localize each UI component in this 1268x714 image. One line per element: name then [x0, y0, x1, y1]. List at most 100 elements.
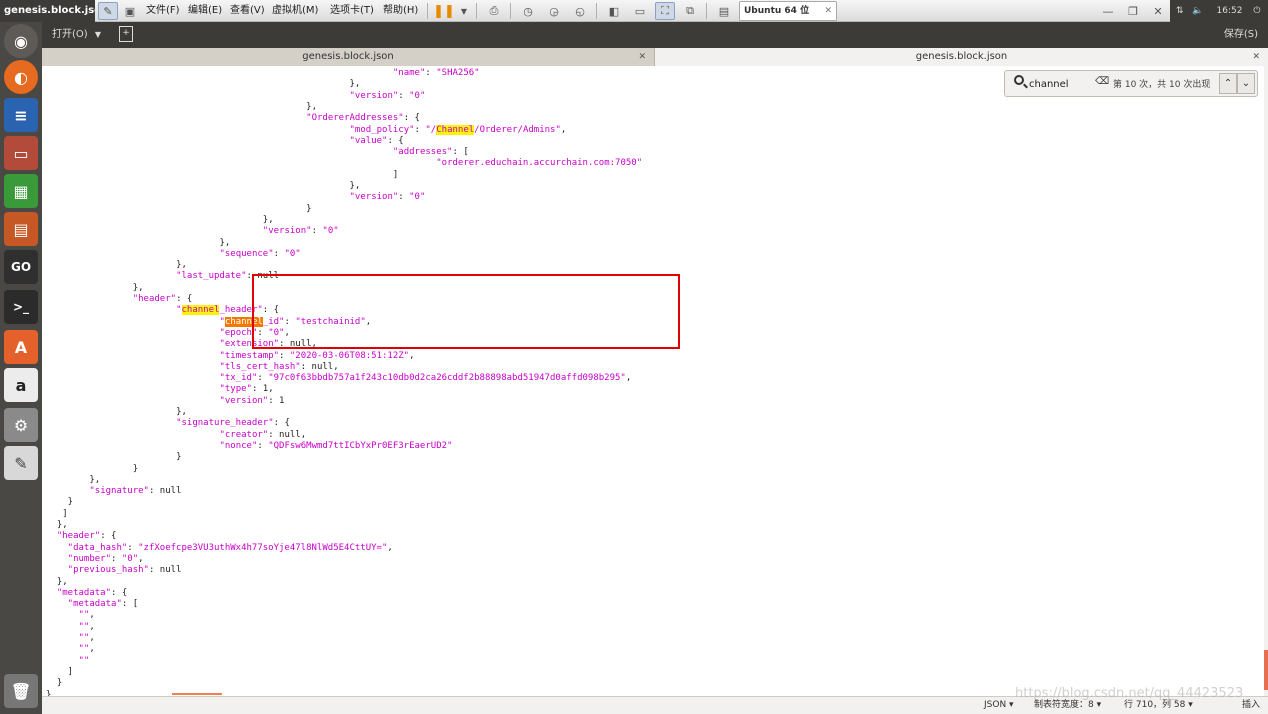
code-token: "0"	[121, 553, 139, 564]
network-icon[interactable]: ⇅	[1176, 6, 1184, 16]
previous-match-button[interactable]: ⌃	[1219, 73, 1237, 94]
code-token: "97c0f63bbdb757a1f243c10db0d2ca26cddf2b8…	[268, 373, 626, 384]
code-token: _header"	[219, 305, 263, 316]
vm-tab[interactable]: Ubuntu 64 位 ✕	[739, 1, 837, 21]
trash-icon[interactable]: 🗑	[4, 674, 38, 708]
code-token: : {	[100, 531, 117, 542]
line-marker	[172, 693, 222, 695]
snapshot-manager-icon[interactable]: ◵	[570, 2, 590, 20]
file-manager-icon[interactable]: ▭	[4, 136, 38, 170]
menu-file[interactable]: 文件(F)	[146, 0, 180, 22]
code-token: "0"	[284, 248, 301, 259]
clear-icon[interactable]: ⌫	[1095, 76, 1109, 87]
tabs-view-icon[interactable]: ▤	[714, 2, 734, 20]
code-line: ]	[68, 667, 73, 678]
code-token: ]	[62, 508, 68, 519]
code-line: "value": {	[350, 136, 404, 147]
code-token: ,	[387, 542, 393, 553]
writer-icon[interactable]: ≡	[4, 98, 38, 132]
search-input[interactable]	[1029, 76, 1093, 92]
software-center-icon[interactable]: A	[4, 330, 38, 364]
text-editor[interactable]: "name": "SHA256"}, "version": "0"}, "Order…	[42, 66, 1268, 696]
code-line: "type": 1,	[219, 384, 273, 395]
open-button[interactable]: 打开(O) ▼	[52, 25, 101, 45]
menu-vm[interactable]: 虚拟机(M)	[272, 0, 318, 22]
code-token: :	[257, 327, 269, 338]
code-line: "metadata": {	[57, 588, 127, 599]
chevron-down-icon: ▼	[94, 30, 102, 39]
code-token: },	[219, 237, 231, 248]
code-token: "0"	[409, 90, 426, 101]
menu-help[interactable]: 帮助(H)	[383, 0, 418, 22]
cursor-position-label: 行 710，列 58	[1124, 700, 1186, 710]
send-keys-icon[interactable]: ⎙	[484, 2, 504, 20]
restore-icon[interactable]: ❐	[1123, 2, 1143, 20]
code-line: ]	[62, 509, 67, 520]
minimize-icon[interactable]: —	[1098, 2, 1118, 20]
close-icon[interactable]: ✕	[1252, 48, 1260, 66]
document-tabs: genesis.block.json ✕ genesis.block.json …	[42, 48, 1268, 66]
code-token: : 1	[268, 395, 285, 406]
console-view-icon[interactable]: ▭	[630, 2, 650, 20]
code-token: "SHA256"	[436, 68, 480, 78]
menu-tabs[interactable]: 选项卡(T)	[330, 0, 374, 22]
close-window-icon[interactable]: ✕	[1148, 2, 1168, 20]
menu-view[interactable]: 查看(V)	[230, 0, 265, 22]
code-token: :	[273, 248, 285, 259]
code-token: ""	[78, 633, 90, 643]
scrollbar-thumb[interactable]	[1264, 650, 1268, 690]
save-button[interactable]: 保存(S)	[1224, 25, 1258, 45]
amazon-icon[interactable]: a	[4, 368, 38, 402]
code-token: ,	[138, 553, 144, 564]
new-tab-icon[interactable]: +	[119, 26, 133, 42]
code-line: }	[176, 452, 181, 463]
code-token: "orderer.educhain.accurchain.com:7050"	[436, 158, 643, 169]
code-token: "mod_policy"	[349, 124, 415, 135]
calc-icon[interactable]: ▦	[4, 174, 38, 208]
sidebar-toggle-icon[interactable]: ◧	[604, 2, 624, 20]
clock[interactable]: 16:52	[1217, 6, 1243, 16]
code-line: "",	[79, 622, 95, 633]
scrollbar[interactable]	[1264, 66, 1268, 696]
unity-icon[interactable]: ⧉	[680, 2, 700, 20]
code-token: "addresses"	[392, 147, 453, 158]
tab-document-1[interactable]: genesis.block.json ✕	[42, 48, 655, 66]
chevron-down-icon[interactable]: ▼	[454, 2, 474, 20]
code-token: },	[306, 101, 317, 112]
code-line: "",	[79, 633, 95, 644]
code-token: : {	[403, 113, 420, 124]
code-line: "version": "0"	[350, 91, 426, 102]
insert-mode: 插入	[1242, 700, 1261, 710]
code-token: ,	[89, 644, 95, 655]
pin-icon[interactable]: ✎	[98, 2, 118, 20]
impress-icon[interactable]: ▤	[4, 212, 38, 246]
settings-icon[interactable]: ⚙	[4, 408, 38, 442]
code-token: "name"	[392, 68, 426, 78]
code-line: "metadata": [	[68, 599, 138, 610]
close-icon[interactable]: ✕	[824, 2, 832, 20]
tab-document-2[interactable]: genesis.block.json ✕	[655, 48, 1268, 66]
ubuntu-dash-icon[interactable]: ◉	[4, 24, 38, 58]
search-match: channel	[224, 316, 263, 327]
fullscreen-icon[interactable]: ⛶	[655, 2, 675, 20]
code-token: ,	[560, 124, 567, 135]
vm-library-icon[interactable]: ▣	[120, 2, 140, 20]
pause-icon[interactable]: ❚❚	[433, 2, 455, 20]
code-line: }	[133, 464, 138, 475]
volume-icon[interactable]: 🔈	[1192, 6, 1203, 16]
code-token: "header"	[132, 294, 177, 304]
code-token: "creator"	[219, 429, 269, 440]
language-selector[interactable]: JSON ▾	[984, 697, 1014, 714]
next-match-button[interactable]: ⌄	[1237, 73, 1255, 94]
text-editor-icon[interactable]: ✎	[4, 446, 38, 480]
snapshot-icon[interactable]: ◷	[518, 2, 538, 20]
power-icon[interactable]: ⏻	[1253, 6, 1260, 16]
menu-edit[interactable]: 编辑(E)	[188, 0, 222, 22]
annotation-highlight-box	[252, 274, 680, 349]
firefox-icon[interactable]: ◐	[4, 60, 38, 94]
code-token: },	[349, 79, 361, 90]
close-icon[interactable]: ✕	[638, 48, 646, 66]
terminal-icon[interactable]: >_	[4, 290, 38, 324]
goland-icon[interactable]: GO	[4, 250, 38, 284]
revert-snapshot-icon[interactable]: ◶	[544, 2, 564, 20]
